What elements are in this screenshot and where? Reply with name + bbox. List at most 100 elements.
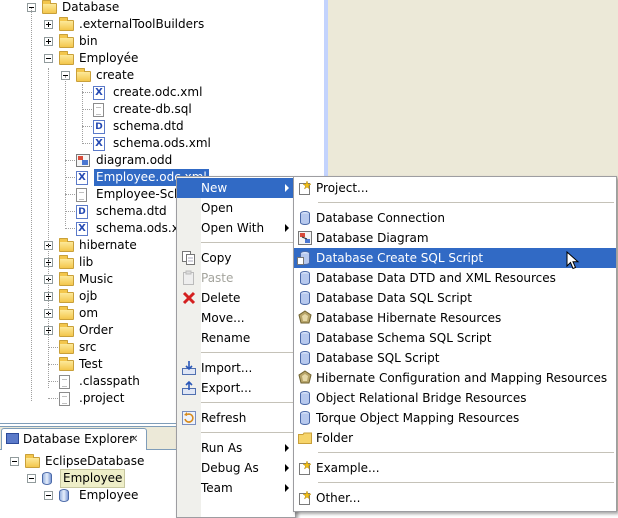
menu-item-delete[interactable]: Delete	[177, 288, 295, 308]
new-menu-item-database-sql-script[interactable]: Database SQL Script	[294, 348, 616, 368]
database-explorer-tab[interactable]: Database Explorer ✕	[1, 428, 147, 450]
tree-connector	[65, 177, 75, 178]
folder-icon	[297, 430, 313, 446]
menu-item-label: Database Data SQL Script	[316, 291, 472, 305]
tree-item-label: Order	[79, 323, 114, 337]
expand-icon[interactable]	[44, 37, 53, 46]
menu-item-label: Object Relational Bridge Resources	[316, 391, 527, 405]
menu-item-copy[interactable]: Copy	[177, 248, 295, 268]
collapse-icon[interactable]	[27, 474, 36, 483]
tree-connector	[82, 84, 83, 144]
menu-item-export[interactable]: Export...	[177, 378, 295, 398]
new-menu-item-other[interactable]: Other...	[294, 488, 616, 508]
menu-item-run-as[interactable]: Run As	[177, 438, 295, 458]
tree-item-label: bin	[79, 34, 98, 48]
paste-icon	[181, 270, 197, 286]
menu-item-label: Example...	[316, 461, 380, 475]
new-menu-item-project[interactable]: Project...	[294, 178, 616, 198]
menu-separator	[201, 352, 293, 353]
tree-connector	[82, 92, 92, 93]
hibernate-icon	[297, 370, 313, 386]
menu-item-new[interactable]: New	[177, 178, 295, 198]
db-icon	[297, 270, 313, 286]
tree-item-label: Employée	[79, 51, 139, 65]
menu-item-label: Database Connection	[316, 211, 445, 225]
menu-item-label: Import...	[201, 361, 253, 375]
open-folder-icon	[76, 68, 91, 82]
database-icon	[42, 472, 52, 485]
db-icon	[297, 410, 313, 426]
new-menu-item-database-hibernate-resources[interactable]: Database Hibernate Resources	[294, 308, 616, 328]
expand-icon[interactable]	[44, 20, 53, 29]
new-menu-item-object-relational-bridge-resources[interactable]: Object Relational Bridge Resources	[294, 388, 616, 408]
tree-item[interactable]: Employée	[0, 50, 324, 67]
diagram-file-icon	[76, 154, 90, 167]
menu-item-label: Open With	[201, 221, 265, 235]
tree-connector	[48, 68, 49, 388]
tree-item-label: schema.dtd	[96, 204, 167, 218]
tree-connector	[82, 126, 92, 127]
menu-item-label: New	[201, 181, 228, 195]
folder-icon	[59, 306, 74, 320]
folder-icon	[59, 272, 74, 286]
db-icon	[297, 210, 313, 226]
new-menu-item-database-data-sql-script[interactable]: Database Data SQL Script	[294, 288, 616, 308]
menu-item-label: Delete	[201, 291, 241, 305]
menu-item-label: Hibernate Configuration and Mapping Reso…	[316, 371, 608, 385]
menu-item-refresh[interactable]: Refresh	[177, 408, 295, 428]
new-menu-item-database-data-dtd-and-xml-resources[interactable]: Database Data DTD and XML Resources	[294, 268, 616, 288]
menu-item-label: Torque Object Mapping Resources	[316, 411, 520, 425]
menu-item-team[interactable]: Team	[177, 478, 295, 498]
new-menu-item-database-connection[interactable]: Database Connection	[294, 208, 616, 228]
menu-item-import[interactable]: Import...	[177, 358, 295, 378]
tree-item[interactable]: .externalToolBuilders	[0, 16, 324, 33]
menu-item-label: Database Schema SQL Script	[316, 331, 492, 345]
database-icon	[59, 489, 69, 502]
folder-icon	[59, 289, 74, 303]
menu-item-label: Debug As	[201, 461, 259, 475]
folder-icon	[59, 340, 74, 354]
menu-item-paste[interactable]: Paste	[177, 268, 295, 288]
new-menu-item-hibernate-configuration-and-mapping-resources[interactable]: Hibernate Configuration and Mapping Reso…	[294, 368, 616, 388]
menu-item-rename[interactable]: Rename	[177, 328, 295, 348]
new-menu-item-example[interactable]: Example...	[294, 458, 616, 478]
new-menu-item-folder[interactable]: Folder	[294, 428, 616, 448]
menu-item-label: Export...	[201, 381, 252, 395]
new-project-icon	[297, 180, 313, 196]
menu-item-label: Run As	[201, 441, 243, 455]
collapse-icon[interactable]	[44, 54, 53, 63]
menu-item-label: Open	[201, 201, 234, 215]
tree-item[interactable]: bin	[0, 33, 324, 50]
close-icon[interactable]: ✕	[130, 432, 138, 447]
folder-icon	[59, 255, 74, 269]
new-menu-item-database-schema-sql-script[interactable]: Database Schema SQL Script	[294, 328, 616, 348]
tree-connector	[48, 364, 58, 365]
menu-item-move[interactable]: Move...	[177, 308, 295, 328]
xml-file-icon: X	[93, 137, 105, 151]
menu-separator	[318, 452, 614, 453]
tree-item-label: hibernate	[79, 238, 137, 252]
xml-file-icon: X	[76, 222, 88, 236]
new-menu-item-database-diagram[interactable]: Database Diagram	[294, 228, 616, 248]
folder-icon	[59, 357, 74, 371]
tree-item-label: Database	[62, 0, 120, 14]
file-icon	[59, 392, 70, 406]
menu-item-label: Database SQL Script	[316, 351, 440, 365]
menu-separator	[201, 432, 293, 433]
dtd-file-icon: D	[76, 205, 88, 219]
db-icon	[297, 290, 313, 306]
tree-item-label: create-db.sql	[113, 102, 192, 116]
new-menu-item-torque-object-mapping-resources[interactable]: Torque Object Mapping Resources	[294, 408, 616, 428]
folder-icon	[59, 238, 74, 252]
submenu-arrow-icon	[285, 444, 289, 452]
menu-item-open[interactable]: Open	[177, 198, 295, 218]
new-other-icon	[297, 490, 313, 506]
menu-item-label: Refresh	[201, 411, 247, 425]
tree-item[interactable]: Database	[0, 0, 324, 16]
collapse-icon[interactable]	[10, 457, 19, 466]
collapse-icon[interactable]	[44, 491, 53, 500]
refresh-icon	[181, 410, 197, 426]
menu-item-open-with[interactable]: Open With	[177, 218, 295, 238]
tree-item-label: om	[79, 306, 99, 320]
menu-item-debug-as[interactable]: Debug As	[177, 458, 295, 478]
